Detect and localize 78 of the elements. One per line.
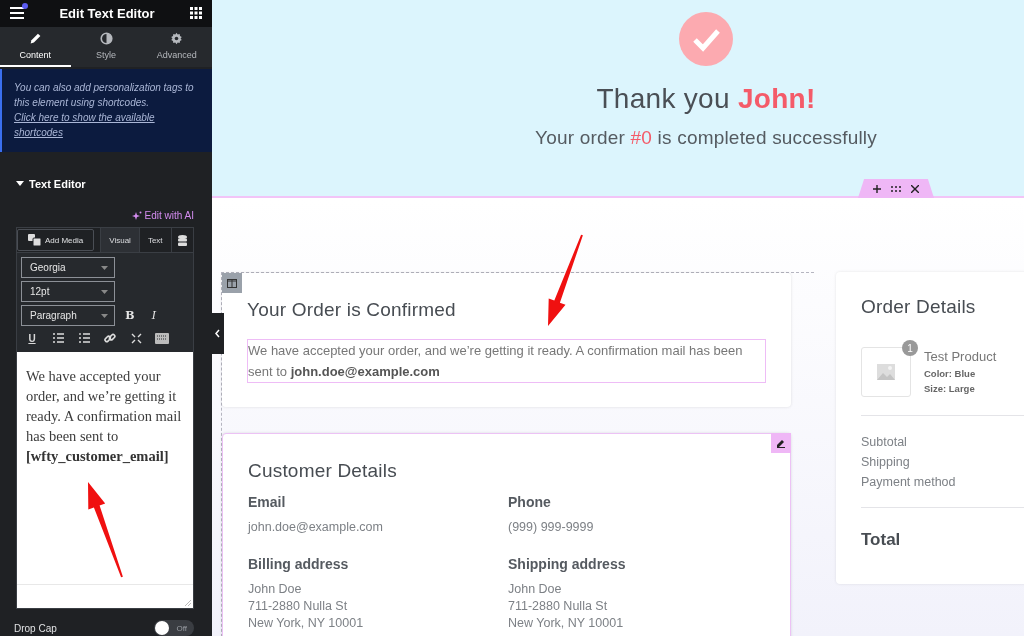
caret-icon <box>101 289 108 294</box>
drop-cap-toggle[interactable]: Off <box>154 620 194 636</box>
image-placeholder-icon <box>877 364 895 380</box>
caret-icon[interactable] <box>16 181 24 187</box>
field-label: Email <box>248 494 287 510</box>
format-select[interactable]: Paragraph <box>21 305 115 326</box>
select-value: 12pt <box>30 286 50 297</box>
field-value: john.doe@example.com <box>248 519 384 536</box>
field-value: New York, NY 10001 <box>508 615 625 632</box>
menu-icon[interactable] <box>10 7 24 20</box>
bold-button[interactable]: B <box>121 306 139 325</box>
add-icon[interactable] <box>873 184 881 193</box>
close-icon[interactable] <box>911 184 919 193</box>
field-label: Phone <box>508 494 552 510</box>
bullet-list-icon[interactable] <box>52 333 64 343</box>
field-value: New York, NY 10001 <box>248 615 365 632</box>
summary-label: Subtotal <box>861 435 908 449</box>
underline-button[interactable]: U <box>21 329 43 347</box>
caret-icon <box>101 313 108 318</box>
numbered-list-icon[interactable] <box>78 333 90 343</box>
field-value: John Doe <box>248 581 303 598</box>
section-title[interactable]: Text Editor <box>29 178 86 190</box>
shortcodes-link[interactable]: Click here to show the available shortcodes <box>14 110 202 140</box>
editor-tab[interactable]: Visual <box>100 228 139 252</box>
italic-button[interactable]: I <box>145 306 163 325</box>
summary-label: Shipping <box>861 455 911 469</box>
ai-button[interactable]: Edit with AI <box>131 210 194 221</box>
product-attribute: Size: Large <box>924 383 976 394</box>
select-value: Georgia <box>30 262 66 273</box>
order-status-text: Your order #0 is completed successfully <box>535 127 877 149</box>
caret-icon <box>101 265 108 270</box>
quantity-badge: 1 <box>902 340 918 356</box>
pencil-icon <box>776 438 786 448</box>
card-title: Customer Details <box>248 460 398 482</box>
notice-text: You can also add personalization tags to this element using shortcodes. Click here to show the available shortcodes <box>0 69 212 152</box>
font-size-select[interactable]: 12pt <box>21 281 115 302</box>
panel-title: Edit Text Editor <box>59 5 155 21</box>
field-label: Shipping address <box>508 556 627 572</box>
sparkle-icon <box>131 210 142 221</box>
checkmark-icon <box>679 12 733 66</box>
contrast-icon <box>99 31 113 45</box>
notification-dot <box>22 3 28 10</box>
panel-tab[interactable]: Content <box>0 26 71 67</box>
columns-icon <box>227 278 237 288</box>
fullscreen-icon[interactable] <box>130 332 142 344</box>
edit-button[interactable] <box>771 433 791 453</box>
field-value: (999) 999-9999 <box>508 519 595 536</box>
resize-grip-icon[interactable] <box>185 600 191 606</box>
panel-tab[interactable]: Advanced <box>141 26 212 67</box>
media-icon <box>28 234 41 246</box>
database-icon <box>177 234 187 246</box>
product-attribute: Color: Blue <box>924 368 977 379</box>
card-title: Order Details <box>861 296 977 318</box>
section-handle[interactable] <box>858 179 934 198</box>
collapse-handle[interactable] <box>212 313 224 354</box>
confirmation-text: We have accepted your order, and we’re getting it ready. A confirmation mail has been sent to john.doe@example.com <box>247 339 766 383</box>
column-handle[interactable] <box>222 273 242 293</box>
editor-content[interactable]: We have accepted your order, and we’re getting it ready. A confirmation mail has been sent to [wfty_customer_email] <box>17 352 193 584</box>
font-family-select[interactable]: Georgia <box>21 257 115 278</box>
pencil-icon <box>28 31 42 45</box>
gear-icon <box>170 31 184 45</box>
add-media-button[interactable]: Add Media <box>17 229 95 251</box>
field-value: 711-2880 Nulla St <box>508 598 609 615</box>
field-value: 711-2880 Nulla St <box>248 598 349 615</box>
apps-grid-icon[interactable] <box>190 7 202 20</box>
keyboard-icon[interactable] <box>155 332 169 344</box>
card-title: Your Order is Confirmed <box>247 299 457 321</box>
product-name: Test Product <box>924 349 997 364</box>
field-label: Billing address <box>248 556 350 572</box>
select-value: Paragraph <box>30 310 77 321</box>
total-label: Total <box>861 530 902 550</box>
summary-label: Payment method <box>861 475 957 489</box>
thank-you-heading: Thank you John! <box>596 83 816 115</box>
drop-cap-label: Drop Cap <box>14 622 57 634</box>
drag-handle-icon[interactable] <box>891 185 901 192</box>
link-icon[interactable] <box>104 332 116 344</box>
field-value: John Doe <box>508 581 563 598</box>
panel-tab[interactable]: Style <box>70 26 142 67</box>
